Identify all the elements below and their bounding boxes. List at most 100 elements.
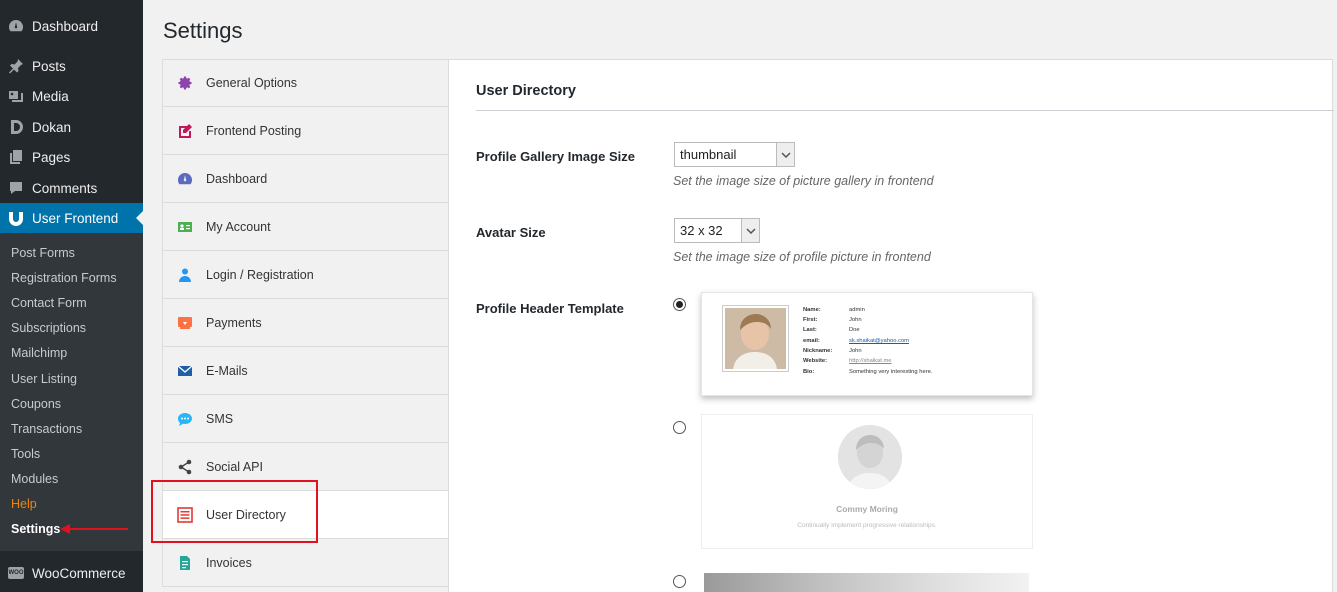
menu-item-woocommerce[interactable]: WOO WooCommerce: [0, 558, 143, 588]
submenu-modules[interactable]: Modules: [11, 471, 58, 487]
template-1-radio[interactable]: [673, 298, 686, 311]
admin-sidebar: Dashboard Posts Media Dokan Pages Commen…: [0, 0, 143, 592]
page-title: Settings: [163, 18, 243, 43]
template-2-radio[interactable]: [673, 421, 686, 434]
tab-label: Dashboard: [206, 171, 268, 186]
template-3-radio[interactable]: [673, 575, 686, 588]
info-row: Website: http://shaikat.me: [803, 358, 892, 364]
chat-icon: [177, 411, 193, 427]
menu-item-label: Posts: [32, 58, 66, 74]
tab-login-registration[interactable]: Login / Registration: [162, 251, 449, 299]
edit-icon: [177, 123, 193, 139]
submenu-settings[interactable]: Settings: [11, 521, 60, 537]
tab-frontend-posting[interactable]: Frontend Posting: [162, 107, 449, 155]
info-row: First: John: [803, 317, 862, 323]
menu-item-posts[interactable]: Posts: [0, 51, 143, 81]
menu-item-dokan[interactable]: Dokan: [0, 112, 143, 142]
woocommerce-icon: WOO: [8, 567, 24, 579]
submenu-help[interactable]: Help: [11, 496, 37, 512]
user-icon: [177, 267, 193, 283]
dashboard-icon: [8, 18, 24, 34]
user-frontend-submenu: Post Forms Registration Forms Contact Fo…: [0, 233, 143, 551]
menu-item-label: Pages: [32, 149, 71, 165]
template-3-preview[interactable]: [704, 573, 1029, 592]
menu-item-user-frontend[interactable]: User Frontend: [0, 203, 143, 233]
payment-icon: [177, 315, 193, 331]
tab-label: Social API: [206, 459, 263, 474]
profile-photo: [722, 305, 789, 372]
dokan-icon: [8, 119, 24, 135]
gallery-size-value: thumbnail: [680, 147, 737, 162]
profile-name: Commy Moring: [836, 504, 898, 514]
user-frontend-icon: [8, 210, 24, 226]
submenu-tools[interactable]: Tools: [11, 446, 40, 462]
chevron-down-icon: [776, 143, 794, 166]
envelope-icon: [177, 363, 193, 379]
gear-icon: [177, 75, 193, 91]
section-divider: [476, 110, 1334, 111]
tab-label: Payments: [206, 315, 262, 330]
submenu-user-listing[interactable]: User Listing: [11, 371, 77, 387]
tab-my-account[interactable]: My Account: [162, 203, 449, 251]
profile-tagline: Continually implement progressive relati…: [797, 522, 937, 529]
tab-label: Login / Registration: [206, 267, 314, 282]
settings-panel: User Directory Profile Gallery Image Siz…: [448, 59, 1334, 592]
menu-item-label: User Frontend: [32, 210, 119, 226]
tab-label: Frontend Posting: [206, 123, 302, 138]
submenu-post-forms[interactable]: Post Forms: [11, 245, 75, 261]
id-card-icon: [177, 219, 193, 235]
tab-highlight-box: [151, 480, 318, 543]
tab-label: My Account: [206, 219, 271, 234]
menu-item-dashboard[interactable]: Dashboard: [0, 11, 143, 41]
submenu-coupons[interactable]: Coupons: [11, 396, 61, 412]
tab-dashboard[interactable]: Dashboard: [162, 155, 449, 203]
menu-item-label: Dashboard: [32, 18, 99, 34]
gallery-size-description: Set the image size of picture gallery in…: [673, 174, 934, 188]
current-menu-arrow: [136, 211, 143, 225]
tab-label: General Options: [206, 76, 298, 90]
submenu-mailchimp[interactable]: Mailchimp: [11, 345, 67, 361]
info-row: Nickname: John: [803, 348, 862, 354]
submenu-contact-form[interactable]: Contact Form: [11, 295, 87, 311]
avatar-size-value: 32 x 32: [680, 223, 723, 238]
dashboard-icon: [177, 171, 193, 187]
info-row: email: sk.shaikat@yahoo.com: [803, 338, 910, 344]
menu-item-label: Comments: [32, 180, 98, 196]
tab-payments[interactable]: Payments: [162, 299, 449, 347]
invoice-icon: [177, 555, 193, 571]
menu-item-label: Dokan: [32, 119, 72, 135]
avatar-size-select[interactable]: 32 x 32: [674, 218, 760, 243]
gallery-size-label: Profile Gallery Image Size: [476, 149, 635, 164]
template-1-preview[interactable]: Name: admin First: John Last: Doe email: sk.…: [701, 292, 1033, 396]
submenu-transactions[interactable]: Transactions: [11, 421, 82, 437]
gallery-size-select[interactable]: thumbnail: [674, 142, 795, 167]
menu-item-comments[interactable]: Comments: [0, 173, 143, 203]
info-row: Bio: Something very interesting here.: [803, 369, 933, 375]
template-2-preview[interactable]: Commy Moring Continually implement progr…: [701, 414, 1033, 549]
header-template-label: Profile Header Template: [476, 301, 624, 316]
menu-item-label: Media: [32, 88, 69, 104]
annotation-arrow: [60, 524, 128, 534]
submenu-registration-forms[interactable]: Registration Forms: [11, 270, 117, 286]
menu-item-pages[interactable]: Pages: [0, 142, 143, 172]
menu-item-media[interactable]: Media: [0, 81, 143, 111]
menu-item-label: WooCommerce: [32, 565, 126, 581]
tab-emails[interactable]: E-Mails: [162, 347, 449, 395]
pin-icon: [8, 58, 24, 74]
tab-general-options[interactable]: General Options: [162, 59, 449, 107]
chevron-down-icon: [741, 219, 759, 242]
tab-invoices[interactable]: Invoices: [162, 539, 449, 587]
tab-label: SMS: [206, 411, 234, 426]
tab-label: E-Mails: [206, 363, 248, 378]
avatar-size-description: Set the image size of profile picture in…: [673, 250, 931, 264]
info-row: Name: admin: [803, 307, 865, 313]
comment-icon: [8, 180, 24, 196]
submenu-subscriptions[interactable]: Subscriptions: [11, 320, 86, 336]
avatar-size-label: Avatar Size: [476, 225, 546, 240]
pages-icon: [8, 149, 24, 165]
section-title: User Directory: [476, 83, 576, 99]
tab-sms[interactable]: SMS: [162, 395, 449, 443]
info-row: Last: Doe: [803, 327, 860, 333]
share-icon: [177, 459, 193, 475]
tab-label: Invoices: [206, 555, 252, 570]
